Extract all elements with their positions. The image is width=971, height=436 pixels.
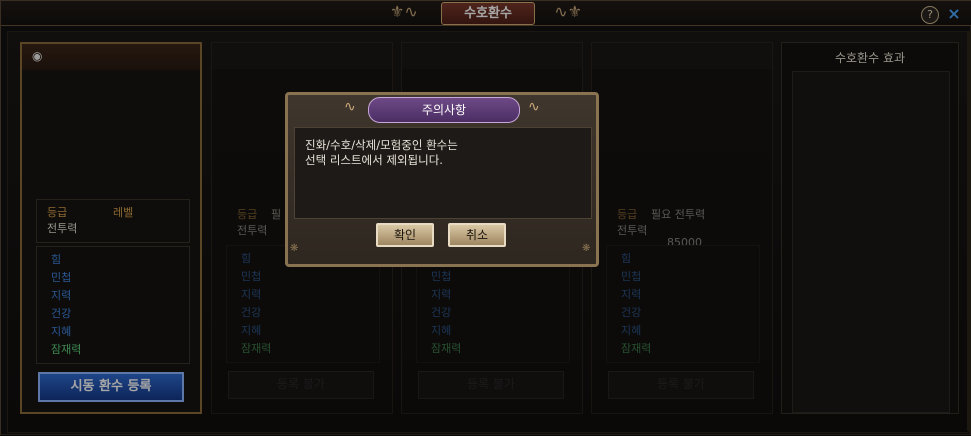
corner-ornament-icon: ❋	[290, 243, 299, 254]
dialog-title: 주의사항	[368, 97, 520, 123]
dialog-message-box: 진화/수호/삭제/모험중인 환수는 선택 리스트에서 제외됩니다.	[294, 127, 592, 219]
dialog-message: 진화/수호/삭제/모험중인 환수는 선택 리스트에서 제외됩니다.	[305, 138, 458, 167]
corner-ornament-icon: ❋	[582, 243, 591, 254]
warning-dialog: ∿ 주의사항 ∿ 진화/수호/삭제/모험중인 환수는 선택 리스트에서 제외됩니…	[285, 92, 599, 267]
guardian-pet-window: ⚜∿ 수호환수 ∿⚜ ? × ◉ 등급 레벨 전투력 힘 민첩 지력 건강 지혜…	[0, 0, 971, 436]
cancel-button[interactable]: 취소	[448, 223, 506, 247]
dialog-ornament-left-icon: ∿	[344, 99, 356, 115]
dialog-ornament-right-icon: ∿	[528, 99, 540, 115]
confirm-button[interactable]: 확인	[376, 223, 434, 247]
